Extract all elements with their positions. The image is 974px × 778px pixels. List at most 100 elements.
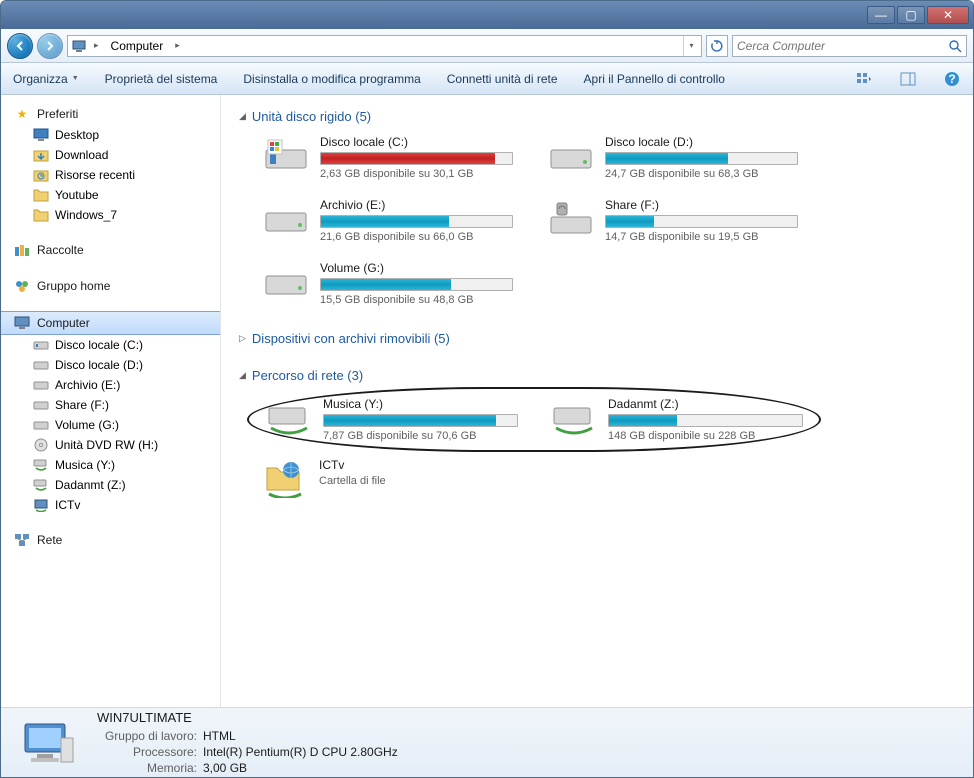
libraries-icon [13, 241, 31, 259]
netdrive-icon [33, 477, 49, 493]
sidebar-item-netdrive-z[interactable]: Dadanmt (Z:) [1, 475, 220, 495]
sidebar-item-drive-d[interactable]: Disco locale (D:) [1, 355, 220, 375]
breadcrumb-computer[interactable]: Computer [105, 36, 170, 56]
system-properties-button[interactable]: Proprietà del sistema [103, 68, 220, 90]
folder-subtitle: Cartella di file [319, 475, 514, 487]
sidebar-item-dvd[interactable]: Unità DVD RW (H:) [1, 435, 220, 455]
map-drive-button[interactable]: Connetti unità di rete [445, 68, 560, 90]
drive-icon [33, 417, 49, 433]
sidebar-homegroup-header[interactable]: Gruppo home [1, 275, 220, 297]
drive-usage-bar [320, 152, 513, 165]
drive-usage-text: 148 GB disponibile su 228 GB [608, 430, 803, 442]
sidebar-libraries-group: Raccolte [1, 239, 220, 261]
chevron-down-icon: ◢ [239, 111, 246, 122]
section-network: ◢ Percorso di rete (3) Musica (Y:) 7,87 … [239, 364, 955, 504]
explorer-window: — ▢ ✕ ▸ Computer ▸ ▾ Organ [0, 0, 974, 778]
netfolder-icon [33, 497, 49, 513]
help-button[interactable]: ? [941, 68, 963, 90]
netfolder-ictv[interactable]: ICTv Cartella di file [255, 452, 520, 504]
breadcrumb-dropdown[interactable]: ▾ [683, 36, 699, 56]
drive-label: Disco locale (D:) [605, 135, 798, 149]
netdrive-icon [550, 397, 598, 437]
drive-usage-text: 21,6 GB disponibile su 66,0 GB [320, 231, 513, 243]
forward-button[interactable] [37, 33, 63, 59]
svg-text:?: ? [948, 72, 955, 86]
refresh-button[interactable] [706, 35, 728, 57]
breadcrumb-arrow[interactable]: ▸ [171, 40, 184, 51]
search-icon[interactable] [948, 39, 962, 53]
section-removable-header[interactable]: ▷ Dispositivi con archivi rimovibili (5) [239, 327, 955, 350]
computer-name: WIN7ULTIMATE [97, 710, 398, 725]
computer-large-icon [17, 718, 77, 768]
drive-e[interactable]: Archivio (E:) 21,6 GB disponibile su 66,… [255, 191, 520, 250]
sidebar-item-netdrive-y[interactable]: Musica (Y:) [1, 455, 220, 475]
sidebar: ★ Preferiti Desktop Download Risorse rec… [1, 95, 221, 707]
sidebar-network-header[interactable]: Rete [1, 529, 220, 551]
drive-label: Volume (G:) [320, 261, 513, 275]
network-icon [13, 531, 31, 549]
sidebar-item-ictv[interactable]: ICTv [1, 495, 220, 515]
search-input[interactable] [737, 39, 944, 53]
chevron-down-icon: ◢ [239, 370, 246, 381]
drive-icon [547, 135, 595, 175]
titlebar: — ▢ ✕ [1, 1, 973, 29]
drive-icon [33, 357, 49, 373]
drive-f[interactable]: Share (F:) 14,7 GB disponibile su 19,5 G… [540, 191, 805, 250]
back-button[interactable] [7, 33, 33, 59]
sidebar-libraries-header[interactable]: Raccolte [1, 239, 220, 261]
sidebar-item-download[interactable]: Download [1, 145, 220, 165]
view-options-button[interactable] [853, 68, 875, 90]
netdrive-y[interactable]: Musica (Y:) 7,87 GB disponibile su 70,6 … [259, 391, 524, 448]
uninstall-button[interactable]: Disinstalla o modifica programma [241, 68, 422, 90]
drive-usage-text: 7,87 GB disponibile su 70,6 GB [323, 430, 518, 442]
sidebar-item-youtube[interactable]: Youtube [1, 185, 220, 205]
drive-os-icon [262, 135, 310, 175]
drive-label: Archivio (E:) [320, 198, 513, 212]
sidebar-item-drive-c[interactable]: Disco locale (C:) [1, 335, 220, 355]
sidebar-computer-header[interactable]: Computer [1, 311, 220, 335]
sidebar-item-drive-g[interactable]: Volume (G:) [1, 415, 220, 435]
computer-icon [13, 314, 31, 332]
drive-c[interactable]: Disco locale (C:) 2,63 GB disponibile su… [255, 128, 520, 187]
minimize-button[interactable]: — [867, 6, 895, 24]
maximize-button[interactable]: ▢ [897, 6, 925, 24]
drive-shared-icon [547, 198, 595, 238]
netdrive-z[interactable]: Dadanmt (Z:) 148 GB disponibile su 228 G… [544, 391, 809, 448]
drive-icon [33, 337, 49, 353]
netdrive-icon [33, 457, 49, 473]
navbar: ▸ Computer ▸ ▾ [1, 29, 973, 63]
organize-menu[interactable]: Organizza▼ [11, 68, 81, 90]
sidebar-favorites-header[interactable]: ★ Preferiti [1, 103, 220, 125]
computer-icon [70, 37, 88, 55]
recent-icon [33, 167, 49, 183]
section-hdd-header[interactable]: ◢ Unità disco rigido (5) [239, 105, 955, 128]
breadcrumb-arrow[interactable]: ▸ [90, 40, 103, 51]
drive-usage-bar [605, 152, 798, 165]
drive-usage-bar [320, 278, 513, 291]
dvd-icon [33, 437, 49, 453]
chevron-right-icon: ▷ [239, 333, 246, 344]
drive-d[interactable]: Disco locale (D:) 24,7 GB disponibile su… [540, 128, 805, 187]
sidebar-item-recent[interactable]: Risorse recenti [1, 165, 220, 185]
content-area: ★ Preferiti Desktop Download Risorse rec… [1, 95, 973, 707]
section-hdd: ◢ Unità disco rigido (5) Disco locale (C… [239, 105, 955, 313]
folder-label: ICTv [319, 458, 514, 472]
close-button[interactable]: ✕ [927, 6, 969, 24]
breadcrumb[interactable]: ▸ Computer ▸ ▾ [67, 35, 702, 57]
section-network-header[interactable]: ◢ Percorso di rete (3) [239, 364, 955, 387]
drive-usage-bar [605, 215, 798, 228]
folder-icon [33, 187, 49, 203]
memory-value: 3,00 GB [203, 761, 247, 775]
sidebar-item-drive-e[interactable]: Archivio (E:) [1, 375, 220, 395]
sidebar-item-desktop[interactable]: Desktop [1, 125, 220, 145]
sidebar-item-windows7[interactable]: Windows_7 [1, 205, 220, 225]
control-panel-button[interactable]: Apri il Pannello di controllo [582, 68, 727, 90]
drive-usage-text: 2,63 GB disponibile su 30,1 GB [320, 168, 513, 180]
drive-label: Share (F:) [605, 198, 798, 212]
search-box[interactable] [732, 35, 967, 57]
drive-usage-bar [323, 414, 518, 427]
sidebar-item-drive-f[interactable]: Share (F:) [1, 395, 220, 415]
drive-usage-bar [320, 215, 513, 228]
drive-g[interactable]: Volume (G:) 15,5 GB disponibile su 48,8 … [255, 254, 520, 313]
preview-pane-button[interactable] [897, 68, 919, 90]
